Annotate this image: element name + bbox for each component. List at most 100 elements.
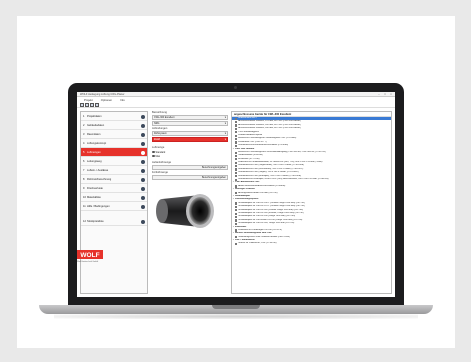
step-status-icon [141, 204, 145, 209]
chevron-down-icon: ▾ [224, 132, 226, 135]
laptop-screen: WOLF Auslegung Lüftung CWL-Planer – □ × … [77, 92, 395, 297]
step-status-icon [141, 150, 145, 155]
radio-max-label: Max [155, 154, 161, 158]
aussenluft-button[interactable]: Berechnungsvorgaben [202, 166, 226, 170]
window-controls: – □ × [377, 93, 393, 96]
menu-info[interactable]: Info [120, 98, 125, 102]
sidebar-item-label: Luftmengen [87, 150, 101, 154]
step-status-icon [141, 123, 145, 128]
list-item-label: Schalldämpfer für Luft DN 160, Länge 100… [238, 222, 295, 225]
sidebar-item-3[interactable]: 3 Raumdaten [81, 130, 147, 139]
checkbox[interactable] [235, 154, 238, 158]
sidebar-item-footer[interactable]: 12 Stückpreisliste [81, 217, 147, 226]
fortluft-button[interactable]: Berechnungsvorgaben [202, 176, 226, 180]
step-status-icon [141, 159, 145, 164]
sidebar-item-label: Gebäudedaten [87, 123, 105, 127]
sidebar-item-label: Raumdaten [87, 132, 101, 136]
logo-tagline: Wolf Heiztechnik GmbH [77, 260, 99, 263]
save-icon[interactable] [90, 102, 94, 107]
checkbox[interactable] [235, 205, 238, 208]
maximize-button[interactable]: □ [383, 93, 387, 96]
checkbox[interactable] [235, 151, 238, 154]
step-status-icon [141, 177, 145, 182]
checkbox[interactable] [235, 158, 238, 161]
step-status-icon [141, 195, 145, 200]
connection-select[interactable]: Rohrsystem ▾ [152, 131, 228, 136]
sidebar-item-9[interactable]: 9 Druckverluste [81, 184, 147, 193]
sidebar-item-5[interactable]: 5 Luftmengen [81, 148, 147, 157]
open-file-icon[interactable] [85, 102, 89, 107]
step-status-icon [141, 186, 145, 191]
checkbox[interactable] [235, 137, 238, 141]
sidebar-item-8[interactable]: 8 Rohrnetzberechnung [81, 175, 147, 184]
sidebar-item-2[interactable]: 2 Gebäudedaten [81, 121, 147, 130]
sidebar-item-4[interactable]: 4 Lüftungskonzept [81, 139, 147, 148]
print-icon[interactable] [95, 102, 99, 107]
airflow-type-select[interactable]: Zuluft ▾ [152, 137, 228, 142]
minimize-button[interactable]: – [377, 93, 381, 96]
connection-select-value: Rohrsystem [154, 132, 167, 135]
step-status-icon [141, 141, 145, 146]
product-image [156, 194, 214, 228]
window-title: WOLF Auslegung Lüftung CWL-Planer [80, 92, 125, 96]
accessory-list: Bedienmodul BM-2 Anschlussstutzen schwarz… [232, 117, 391, 246]
checkbox[interactable] [235, 161, 238, 164]
checkbox[interactable] [235, 124, 238, 127]
checkbox[interactable] [235, 141, 238, 144]
airflow-type-value: Zuluft [154, 138, 160, 141]
sidebar-item-label: Lüftungskonzept [87, 141, 107, 145]
laptop-shadow [54, 314, 418, 319]
sidebar-item-label: Luftein- / Auslässe [87, 168, 109, 172]
step-status-icon [141, 114, 145, 119]
checkbox[interactable] [235, 120, 238, 124]
step-status-icon [141, 168, 145, 173]
sidebar-item-label: Druckverluste [87, 186, 103, 190]
step-status-icon [141, 132, 145, 137]
checkbox[interactable] [235, 168, 238, 171]
logo-text: WOLF [80, 252, 99, 259]
device-select-value: CWL-300 Excellent [154, 116, 175, 119]
checkbox[interactable] [235, 243, 238, 246]
fortluft-input[interactable]: Berechnungsvorgaben [152, 175, 228, 180]
sidebar-item-label: Rohrnetzberechnung [87, 177, 112, 181]
wolf-logo: WOLF Wolf Heiztechnik GmbH [77, 250, 103, 263]
checkbox[interactable] [235, 165, 238, 168]
radio-standard-dot[interactable] [152, 150, 155, 154]
toolbar [77, 102, 395, 108]
checkbox[interactable] [235, 127, 238, 130]
variant-select[interactable]: NRG ▾ [152, 121, 228, 126]
sidebar-item-7[interactable]: 7 Luftein- / Auslässe [81, 166, 147, 175]
aussenluft-input[interactable]: Berechnungsvorgaben [152, 165, 228, 170]
close-button[interactable]: × [389, 93, 393, 96]
chevron-down-icon: ▾ [224, 138, 226, 141]
step-status-icon [141, 219, 145, 224]
app-window: WOLF Auslegung Lüftung CWL-Planer – □ × … [77, 92, 395, 297]
sidebar-item-10[interactable]: 10 Materialliste [81, 193, 147, 202]
menu-projekt[interactable]: Projekt [84, 98, 93, 102]
checkbox[interactable] [235, 202, 238, 205]
checkbox[interactable] [235, 131, 238, 134]
sidebar-item-6[interactable]: 6 Leitungsweg [81, 157, 147, 166]
checkbox[interactable] [235, 175, 238, 178]
list-item[interactable]: Sensor für Luftfeuchte, CWL (27S3780) [232, 242, 391, 246]
sidebar-item-1[interactable]: 1 Projektdaten [81, 112, 147, 121]
laptop-base [39, 305, 433, 314]
sidebar-item-label: Projektdaten [87, 114, 102, 118]
device-select[interactable]: CWL-300 Excellent ▾ [152, 115, 228, 120]
camera-icon [234, 86, 237, 89]
laptop-notch [212, 305, 260, 309]
variant-select-value: NRG [154, 122, 160, 125]
new-file-icon[interactable] [80, 102, 84, 107]
checkbox[interactable] [235, 134, 238, 137]
sidebar-item-11[interactable]: 11 Hilfe / Bedingungen [81, 202, 147, 211]
checkbox[interactable] [235, 212, 238, 215]
menu-optionen[interactable]: Optionen [101, 98, 112, 102]
checkbox[interactable] [235, 219, 238, 222]
checkbox[interactable] [235, 215, 238, 219]
checkbox[interactable] [235, 171, 238, 175]
checkbox[interactable] [235, 209, 238, 212]
checkbox[interactable] [235, 117, 238, 120]
device-settings-panel: Bezeichnung CWL-300 Excellent ▾ NRG ▾ An… [152, 111, 228, 294]
chevron-down-icon: ▾ [224, 122, 226, 125]
radio-max-dot[interactable] [152, 154, 155, 158]
